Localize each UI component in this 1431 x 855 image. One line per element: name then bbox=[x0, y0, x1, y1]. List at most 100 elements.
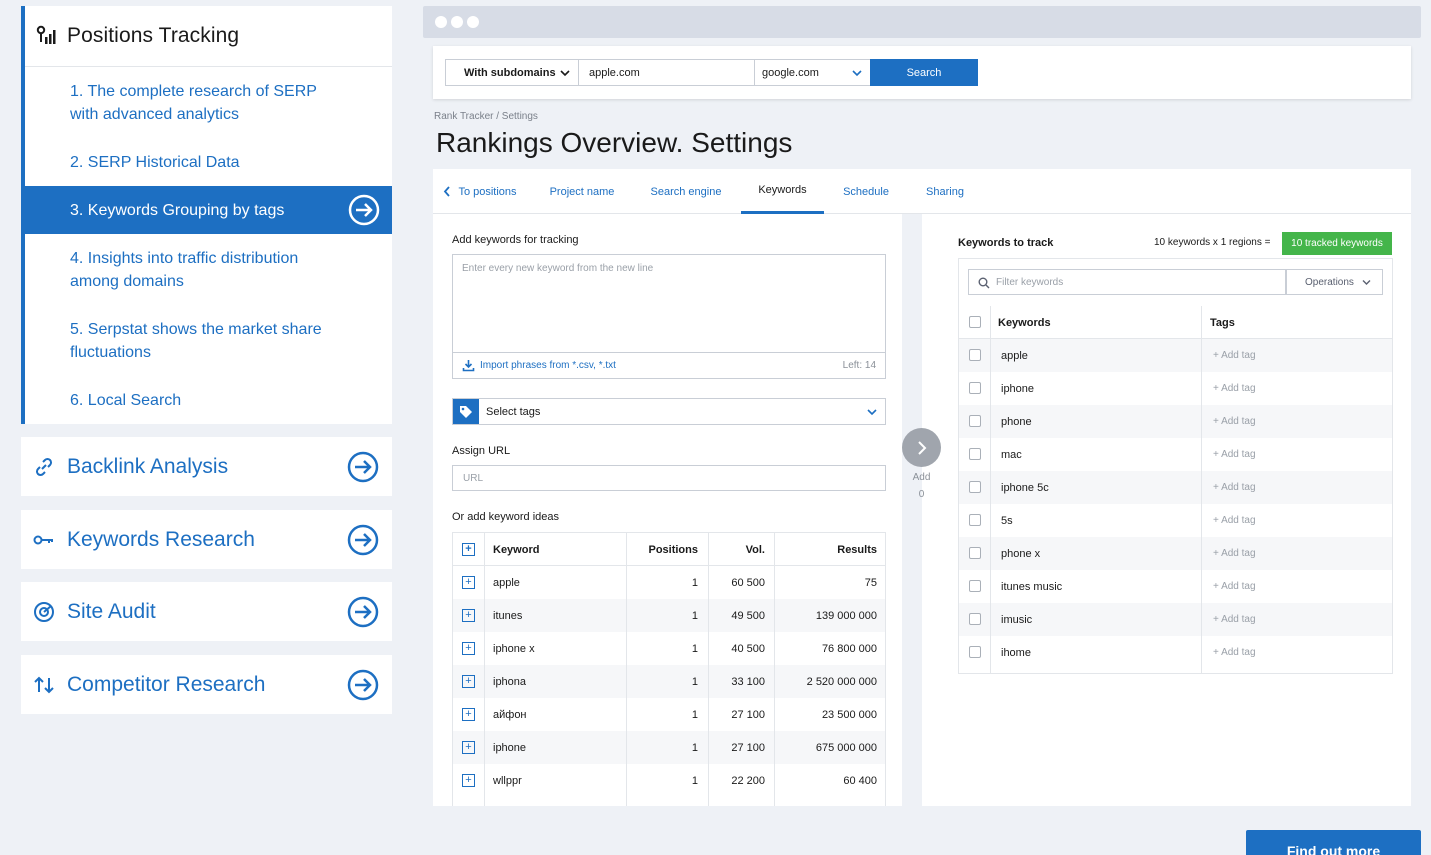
keywords-research-card[interactable]: Keywords Research bbox=[21, 510, 392, 569]
competitor-research-card[interactable]: Competitor Research bbox=[21, 655, 392, 714]
sidebar-item-label: 2. SERP Historical Data bbox=[70, 154, 240, 171]
tracked-keywords-badge: 10 tracked keywords bbox=[1282, 232, 1392, 255]
site-audit-card[interactable]: Site Audit bbox=[21, 582, 392, 641]
tracked-row: mac + Add tag bbox=[959, 438, 1392, 471]
add-tag-link[interactable]: + Add tag bbox=[1213, 471, 1256, 504]
cell-results: 76 800 000 bbox=[821, 642, 877, 655]
row-checkbox[interactable] bbox=[969, 613, 981, 625]
positions-tracking-header[interactable]: Positions Tracking bbox=[25, 6, 392, 67]
add-label: Add bbox=[912, 472, 931, 483]
add-tag-link[interactable]: + Add tag bbox=[1213, 537, 1256, 570]
add-tag-link[interactable]: + Add tag bbox=[1213, 636, 1256, 669]
sidebar-item-market-share[interactable]: 5. Serpstat shows the market share fluct… bbox=[25, 318, 392, 364]
cell-positions: 1 bbox=[691, 774, 698, 787]
cell-vol: 49 500 bbox=[731, 609, 765, 622]
add-keyword-icon[interactable]: + bbox=[462, 774, 475, 787]
row-checkbox[interactable] bbox=[969, 514, 981, 526]
keywords-textarea[interactable]: Enter every new keyword from the new lin… bbox=[452, 254, 886, 379]
tracked-row: ihome + Add tag bbox=[959, 636, 1392, 669]
cell-positions: 1 bbox=[691, 675, 698, 688]
tab-search-engine[interactable]: Search engine bbox=[645, 169, 727, 214]
add-keywords-label: Add keywords for tracking bbox=[452, 234, 579, 246]
tracked-table-header: Keywords Tags bbox=[959, 306, 1392, 339]
row-checkbox[interactable] bbox=[969, 580, 981, 592]
row-checkbox[interactable] bbox=[969, 448, 981, 460]
filter-keywords-input[interactable]: Filter keywords bbox=[968, 269, 1286, 295]
search-button[interactable]: Search bbox=[870, 59, 978, 86]
row-checkbox[interactable] bbox=[969, 349, 981, 361]
table-row: + itunes 1 49 500 139 000 000 bbox=[453, 599, 885, 632]
tab-sharing[interactable]: Sharing bbox=[916, 169, 974, 214]
row-checkbox[interactable] bbox=[969, 481, 981, 493]
column-divider bbox=[708, 533, 709, 806]
table-row: + айфон 1 27 100 23 500 000 bbox=[453, 698, 885, 731]
url-input[interactable]: URL bbox=[452, 465, 886, 491]
sidebar-item-keywords-grouping[interactable]: 3. Keywords Grouping by tags bbox=[25, 186, 392, 234]
filter-placeholder: Filter keywords bbox=[996, 276, 1064, 288]
tracked-keyword: mac bbox=[1001, 448, 1022, 461]
tab-to-positions[interactable]: To positions bbox=[441, 169, 519, 214]
column-divider bbox=[1201, 306, 1202, 673]
add-tag-link[interactable]: + Add tag bbox=[1213, 603, 1256, 636]
table-row: + iphone x 1 40 500 76 800 000 bbox=[453, 632, 885, 665]
row-checkbox[interactable] bbox=[969, 415, 981, 427]
add-keyword-icon[interactable]: + bbox=[462, 741, 475, 754]
backlink-analysis-card[interactable]: Backlink Analysis bbox=[21, 437, 392, 496]
settings-tabs: To positions Project name Search engine … bbox=[433, 169, 1411, 214]
sidebar-item-serp-history[interactable]: 2. SERP Historical Data bbox=[25, 151, 392, 174]
cell-keyword: iphone bbox=[493, 741, 527, 754]
keyword-ideas-label: Or add keyword ideas bbox=[452, 511, 559, 523]
add-tag-link[interactable]: + Add tag bbox=[1213, 570, 1256, 603]
tab-project-name[interactable]: Project name bbox=[543, 169, 621, 214]
tracked-keyword: apple bbox=[1001, 349, 1028, 362]
cell-results: 2 520 000 000 bbox=[806, 675, 877, 688]
add-tag-link[interactable]: + Add tag bbox=[1213, 504, 1256, 537]
add-tag-link[interactable]: + Add tag bbox=[1213, 339, 1256, 372]
add-all-icon[interactable]: + bbox=[462, 543, 475, 556]
row-checkbox[interactable] bbox=[969, 547, 981, 559]
search-engine-select[interactable]: google.com bbox=[754, 59, 871, 86]
tracked-row: imusic + Add tag bbox=[959, 603, 1392, 636]
sidebar-item-serp-research[interactable]: 1. The complete research of SERP with ad… bbox=[25, 80, 392, 126]
cell-vol: 40 500 bbox=[731, 642, 765, 655]
tracked-keyword: iphone 5c bbox=[1001, 481, 1049, 494]
tracked-keyword: phone bbox=[1001, 415, 1032, 428]
window-dot bbox=[451, 16, 463, 28]
operations-dropdown[interactable]: Operations bbox=[1286, 269, 1383, 295]
sidebar-item-local-search[interactable]: 6. Local Search bbox=[25, 389, 392, 412]
import-phrases-link[interactable]: Import phrases from *.csv, *.txt bbox=[480, 360, 616, 371]
tab-keywords[interactable]: Keywords bbox=[741, 169, 824, 214]
sidebar-item-traffic-distribution[interactable]: 4. Insights into traffic distribution am… bbox=[25, 247, 392, 293]
add-keyword-icon[interactable]: + bbox=[462, 675, 475, 688]
col-keyword: Keyword bbox=[493, 543, 540, 556]
sidebar-item-label: 4. Insights into traffic distribution am… bbox=[70, 250, 299, 290]
select-tags-dropdown[interactable]: Select tags bbox=[452, 398, 886, 425]
download-icon bbox=[462, 360, 475, 372]
add-keyword-icon[interactable]: + bbox=[462, 609, 475, 622]
find-out-more-button[interactable]: Find out more bbox=[1246, 830, 1421, 855]
subdomains-select[interactable]: With subdomains bbox=[445, 59, 579, 86]
select-all-checkbox[interactable] bbox=[969, 316, 981, 328]
add-tag-link[interactable]: + Add tag bbox=[1213, 438, 1256, 471]
tracked-row: 5s + Add tag bbox=[959, 504, 1392, 537]
row-checkbox[interactable] bbox=[969, 382, 981, 394]
subdomains-value: With subdomains bbox=[464, 66, 556, 79]
cell-keyword: itunes bbox=[493, 609, 523, 622]
tab-schedule[interactable]: Schedule bbox=[836, 169, 896, 214]
cell-positions: 1 bbox=[691, 642, 698, 655]
col-results: Results bbox=[837, 543, 877, 556]
add-keyword-icon[interactable]: + bbox=[462, 708, 475, 721]
window-titlebar bbox=[423, 6, 1421, 38]
add-tag-link[interactable]: + Add tag bbox=[1213, 405, 1256, 438]
add-keyword-icon[interactable]: + bbox=[462, 576, 475, 589]
settings-panel: To positions Project name Search engine … bbox=[433, 169, 1411, 806]
domain-input[interactable]: apple.com bbox=[578, 59, 755, 86]
row-checkbox[interactable] bbox=[969, 646, 981, 658]
positions-tracking-panel: Positions Tracking 1. The complete resea… bbox=[21, 6, 392, 424]
cell-positions: 1 bbox=[691, 609, 698, 622]
add-tag-link[interactable]: + Add tag bbox=[1213, 372, 1256, 405]
add-keyword-icon[interactable]: + bbox=[462, 642, 475, 655]
add-keywords-button[interactable] bbox=[902, 428, 941, 467]
cell-positions: 1 bbox=[691, 708, 698, 721]
tracked-keyword: phone x bbox=[1001, 547, 1041, 560]
